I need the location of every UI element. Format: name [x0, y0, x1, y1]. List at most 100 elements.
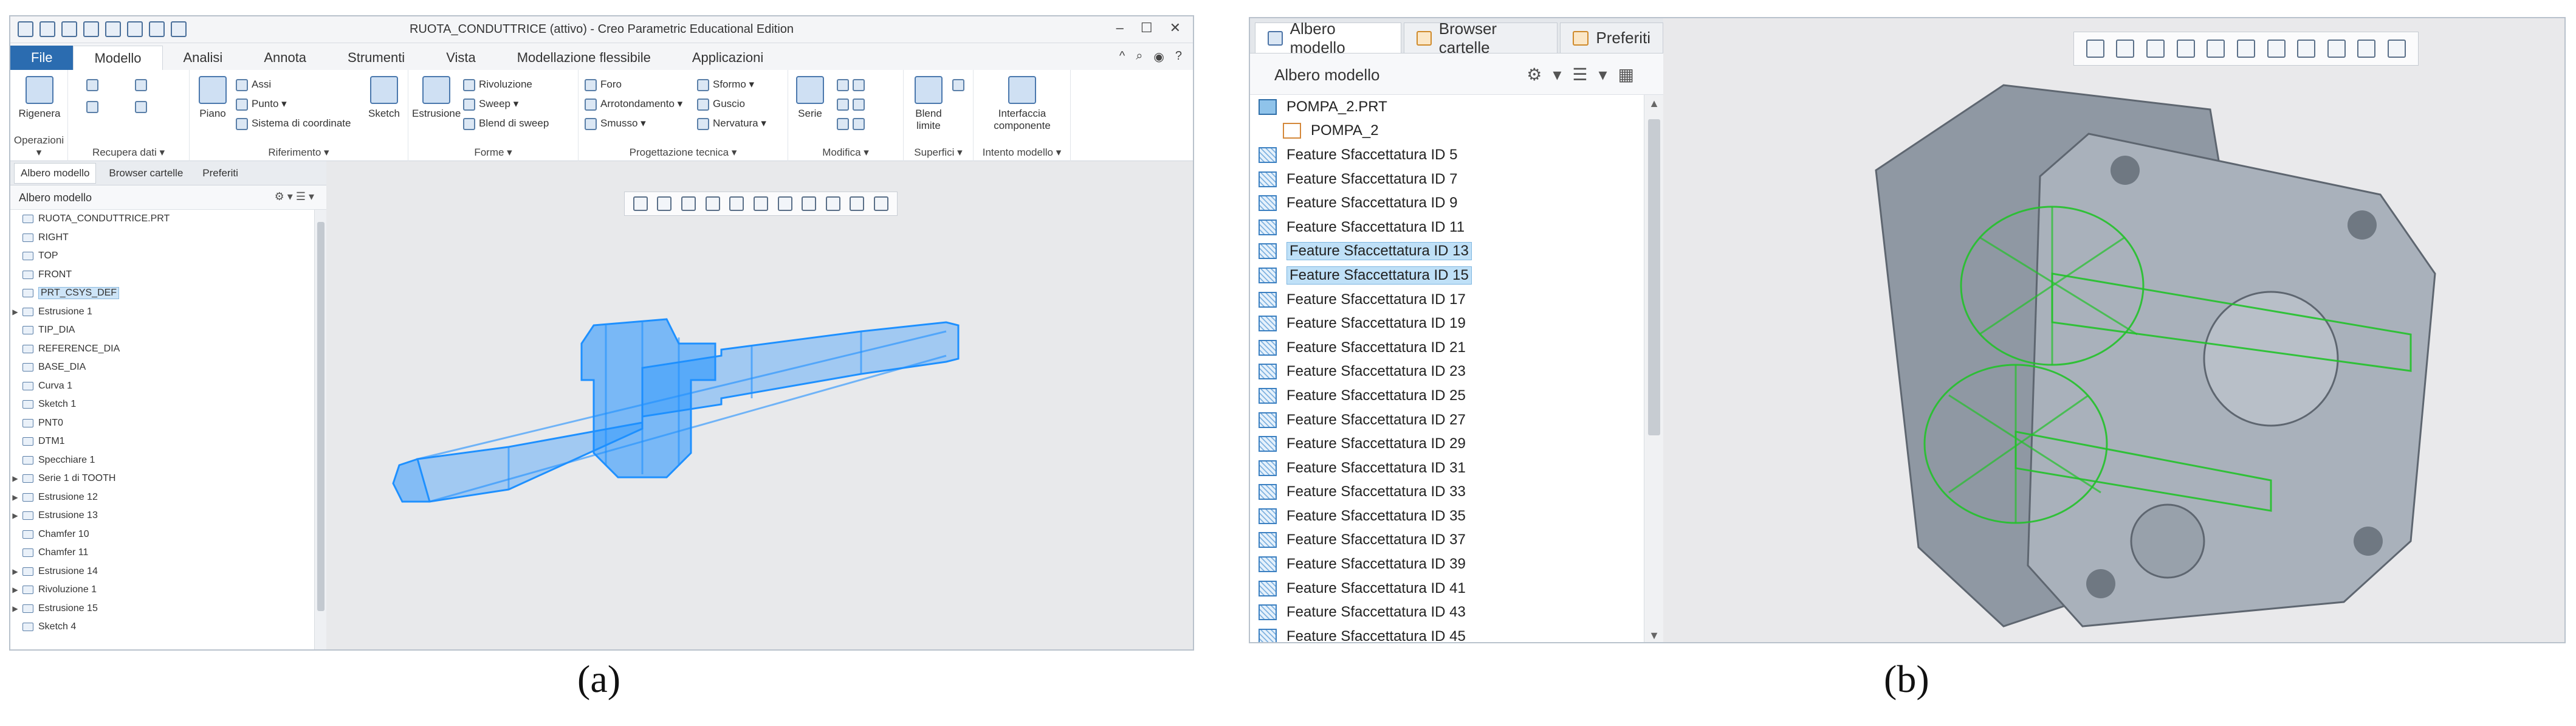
help-icon[interactable]: ? — [1175, 49, 1182, 64]
close-button[interactable]: ✕ — [1170, 20, 1181, 36]
paste-button[interactable] — [86, 100, 102, 113]
tree-item[interactable]: ▶ Rivoluzione 1 — [10, 581, 314, 600]
arrotondamento-button[interactable]: Arrotondamento ▾ — [585, 98, 682, 111]
guscio-button[interactable]: Guscio — [697, 98, 745, 111]
shrinkwrap-button[interactable] — [135, 100, 151, 113]
expand-icon[interactable]: ▶ — [10, 511, 20, 520]
expand-icon[interactable]: ▶ — [10, 474, 20, 483]
expand-icon[interactable]: ▶ — [10, 586, 20, 594]
tree-item[interactable]: Feature Sfaccettatura ID 31 — [1259, 456, 1644, 480]
tree-item[interactable]: BASE_DIA — [10, 358, 314, 377]
tree-item[interactable]: ▶ Estrusione 15 — [10, 600, 314, 618]
scroll-thumb[interactable] — [317, 222, 325, 611]
tab-vista[interactable]: Vista — [425, 46, 496, 70]
gear-shaft-model[interactable] — [326, 161, 1194, 651]
mirror-button[interactable] — [837, 78, 868, 91]
tree-item[interactable]: Feature Sfaccettatura ID 7 — [1259, 167, 1644, 192]
tab-preferiti[interactable]: Preferiti — [1560, 22, 1663, 53]
tree-item[interactable]: Feature Sfaccettatura ID 45 — [1259, 624, 1644, 642]
tree-item[interactable]: Feature Sfaccettatura ID 27 — [1259, 408, 1644, 432]
rigenera-button[interactable]: Rigenera — [15, 76, 64, 120]
thicken-button[interactable] — [837, 117, 868, 130]
interfaccia-componente-button[interactable]: Interfaccia componente — [980, 76, 1065, 132]
tree-item[interactable]: Feature Sfaccettatura ID 41 — [1259, 576, 1644, 601]
tree-item[interactable]: REFERENCE_DIA — [10, 340, 314, 359]
tree-item[interactable]: POMPA_2.PRT — [1259, 95, 1644, 119]
tree-item[interactable]: Feature Sfaccettatura ID 39 — [1259, 552, 1644, 576]
tree-scrollbar[interactable]: ▲ ▼ — [1644, 95, 1664, 642]
assi-button[interactable]: Assi — [236, 78, 271, 91]
user-feature-button[interactable] — [135, 78, 151, 91]
sweep-button[interactable]: Sweep ▾ — [463, 98, 518, 111]
tree-settings-icon[interactable]: ⚙ ▾ ☰ ▾ — [275, 190, 314, 203]
scroll-thumb[interactable] — [1648, 119, 1660, 435]
tree-item[interactable]: ▶ Estrusione 14 — [10, 562, 314, 581]
tree-item[interactable]: ▶ Estrusione 12 — [10, 488, 314, 507]
tree-item[interactable]: Feature Sfaccettatura ID 11 — [1259, 215, 1644, 240]
tree-item[interactable]: Feature Sfaccettatura ID 33 — [1259, 480, 1644, 505]
blend-sweep-button[interactable]: Blend di sweep — [463, 117, 549, 130]
tree-item[interactable]: RUOTA_CONDUTTRICE.PRT — [10, 210, 314, 229]
tab-annota[interactable]: Annota — [243, 46, 327, 70]
collapse-ribbon-icon[interactable]: ^ — [1119, 49, 1125, 64]
tab-albero-modello[interactable]: Albero modello — [14, 162, 97, 184]
tree-item[interactable]: PNT0 — [10, 414, 314, 433]
tree-item[interactable]: RIGHT — [10, 229, 314, 247]
graphics-window[interactable] — [326, 161, 1194, 651]
tab-analisi[interactable]: Analisi — [163, 46, 244, 70]
scroll-up-icon[interactable]: ▲ — [1644, 97, 1664, 110]
tree-item[interactable]: Sketch 4 — [10, 618, 314, 637]
tree-item[interactable]: Chamfer 11 — [10, 544, 314, 562]
tree-item[interactable]: ▶ Serie 1 di TOOTH — [10, 469, 314, 488]
serie-button[interactable]: Serie — [792, 76, 828, 120]
tree-item[interactable]: DTM1 — [10, 432, 314, 451]
blend-limite-button[interactable]: Blend limite — [907, 76, 950, 132]
tree-item[interactable]: Curva 1 — [10, 377, 314, 396]
tree-item[interactable]: FRONT — [10, 266, 314, 285]
tab-modello[interactable]: Modello — [73, 46, 163, 70]
punto-button[interactable]: Punto ▾ — [236, 98, 287, 111]
expand-icon[interactable]: ▶ — [10, 308, 20, 316]
tree-item[interactable]: Feature Sfaccettatura ID 9 — [1259, 191, 1644, 215]
tree-item[interactable]: Feature Sfaccettatura ID 5 — [1259, 143, 1644, 167]
tab-strumenti[interactable]: Strumenti — [327, 46, 425, 70]
tree-item[interactable]: ▶ Estrusione 13 — [10, 506, 314, 525]
tab-file[interactable]: File — [10, 46, 74, 70]
tab-preferiti[interactable]: Preferiti — [196, 163, 245, 184]
tree-item[interactable]: Chamfer 10 — [10, 525, 314, 544]
foro-button[interactable]: Foro — [585, 78, 622, 91]
scroll-down-icon[interactable]: ▼ — [1644, 629, 1664, 642]
tree-item[interactable]: Specchiare 1 — [10, 451, 314, 470]
tab-modellazione-flessibile[interactable]: Modellazione flessibile — [496, 46, 671, 70]
piano-button[interactable]: Piano — [194, 76, 231, 120]
tree-item[interactable]: Feature Sfaccettatura ID 37 — [1259, 528, 1644, 553]
sketch-button[interactable]: Sketch — [366, 76, 402, 120]
sformo-button[interactable]: Sformo ▾ — [697, 78, 754, 91]
graphics-window[interactable] — [1663, 18, 2564, 642]
estrusione-button[interactable]: Estrusione — [412, 76, 461, 120]
maximize-button[interactable]: ☐ — [1141, 20, 1153, 36]
tree-item[interactable]: Feature Sfaccettatura ID 17 — [1259, 288, 1644, 312]
tree-item[interactable]: Feature Sfaccettatura ID 13 — [1259, 240, 1644, 264]
tree-item[interactable]: PRT_CSYS_DEF — [10, 284, 314, 303]
tree-item[interactable]: Sketch 1 — [10, 395, 314, 414]
tree-item[interactable]: Feature Sfaccettatura ID 25 — [1259, 384, 1644, 408]
tree-item[interactable]: Feature Sfaccettatura ID 23 — [1259, 360, 1644, 384]
rivoluzione-button[interactable]: Rivoluzione — [463, 78, 532, 91]
tree-scrollbar[interactable] — [314, 210, 326, 649]
nervatura-button[interactable]: Nervatura ▾ — [697, 117, 766, 130]
search-icon[interactable]: ⌕ — [1136, 49, 1142, 64]
tab-browser-cartelle[interactable]: Browser cartelle — [1404, 19, 1558, 57]
expand-icon[interactable]: ▶ — [10, 567, 20, 576]
minimize-button[interactable]: – — [1116, 20, 1124, 36]
fill-button[interactable] — [952, 78, 968, 91]
tab-applicazioni[interactable]: Applicazioni — [671, 46, 784, 70]
copy-button[interactable] — [86, 78, 102, 91]
tree-item[interactable]: POMPA_2 — [1259, 119, 1644, 143]
tree-item[interactable]: Feature Sfaccettatura ID 35 — [1259, 504, 1644, 528]
trim-button[interactable] — [837, 98, 868, 111]
smusso-button[interactable]: Smusso ▾ — [585, 117, 646, 130]
expand-icon[interactable]: ▶ — [10, 604, 20, 613]
settings-icon[interactable]: ◉ — [1153, 49, 1164, 64]
tree-settings-icon[interactable]: ⚙▾☰▾▦ — [1527, 64, 1645, 85]
